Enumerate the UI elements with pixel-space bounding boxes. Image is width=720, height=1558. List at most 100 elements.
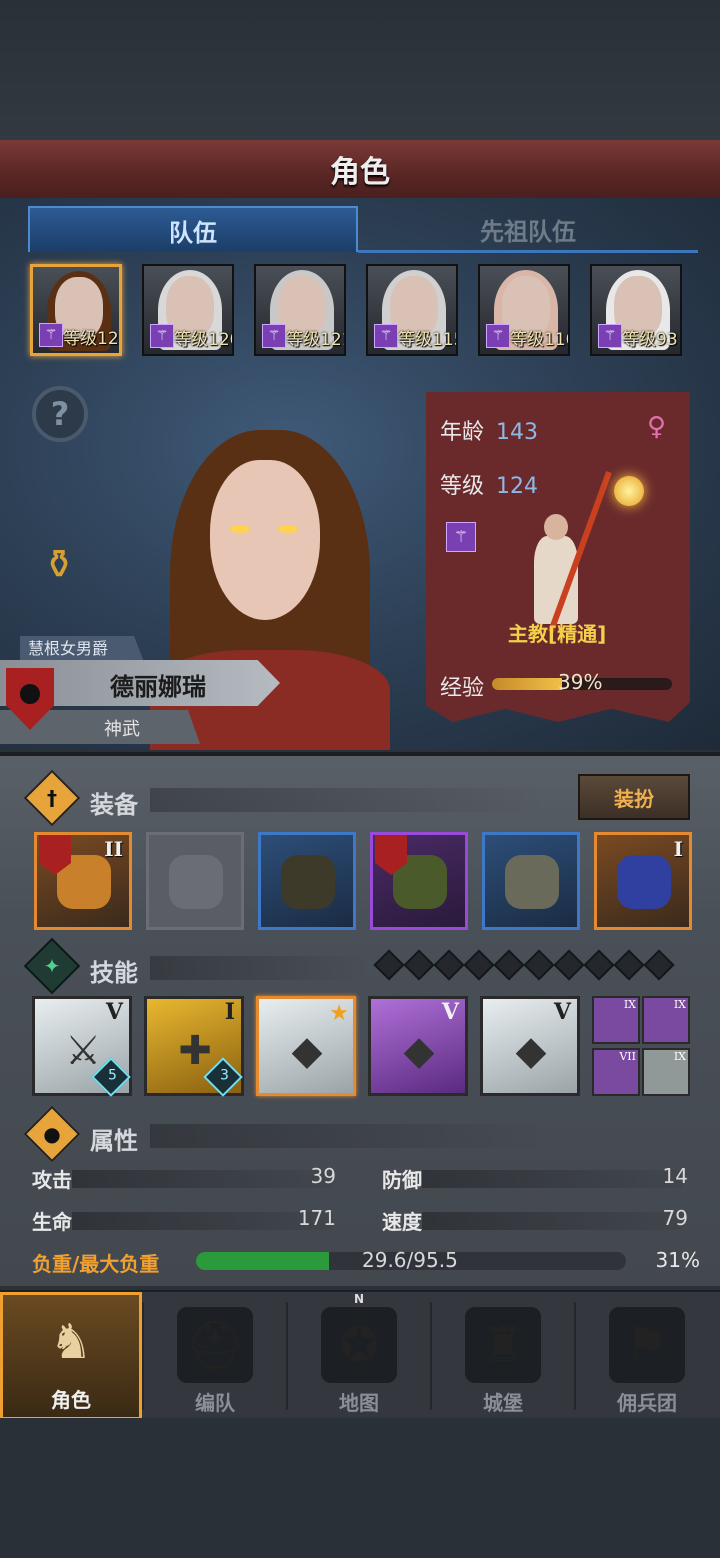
class-staff-icon: ⚚	[262, 324, 286, 348]
skills-divider	[150, 956, 370, 980]
potion-icon[interactable]: ⚱	[30, 536, 88, 594]
bottom-background	[0, 1418, 720, 1558]
equipment-tier: I	[673, 837, 683, 861]
portrait-level: 等级120	[174, 330, 234, 350]
nav-separator	[286, 1302, 288, 1410]
party-member-portrait[interactable]: ⚚等级124	[30, 264, 122, 356]
level-row: 等级 124	[440, 468, 538, 500]
nav-item-2[interactable]: ✪ 地图	[288, 1292, 430, 1420]
health-track	[72, 1212, 332, 1230]
skill-icon: ◆	[403, 1028, 435, 1074]
class-staff-icon: ⚚	[374, 324, 398, 348]
skill-point-diamond	[643, 949, 675, 981]
equipment-tier: II	[104, 837, 123, 861]
nav-item-0[interactable]: ♞ 角色	[0, 1292, 142, 1420]
passive-skill-tier: VII	[619, 1050, 636, 1063]
level-value: 124	[496, 474, 539, 499]
passive-skill-slot[interactable]: IX	[592, 996, 640, 1044]
speed-row: 速度 79	[382, 1206, 688, 1234]
tab-ancestor-team[interactable]: 先祖队伍	[360, 206, 696, 252]
skills-title: 技能	[90, 959, 138, 987]
star-icon: ★	[329, 1001, 349, 1026]
attack-label: 攻击	[32, 1168, 72, 1192]
skill-tier: V	[105, 999, 123, 1025]
party-member-portrait[interactable]: ⚚ 等级120	[142, 264, 234, 356]
party-member-portrait[interactable]: ⚚ 等级110	[478, 264, 570, 356]
compass-north-label: N	[354, 1292, 365, 1306]
load-percent: 31%	[655, 1248, 700, 1272]
bottom-nav: ♞ 角色 ⛑ 编队 ✪ 地图 ♜ 城堡 ⚑ 佣兵团	[0, 1290, 720, 1420]
equipment-slot[interactable]: II	[34, 832, 132, 930]
skill-slot[interactable]: ✚ I 3	[144, 996, 244, 1097]
top-background	[0, 0, 720, 140]
equipment-item-icon	[169, 855, 223, 909]
class-staff-icon: ⚚	[598, 324, 622, 348]
passive-skill-slot[interactable]: IX	[642, 1048, 690, 1096]
skill-slot[interactable]: ◆ V	[480, 996, 580, 1096]
equipment-slot[interactable]: I	[594, 832, 692, 930]
skill-points	[373, 949, 675, 981]
help-icon[interactable]: ?	[32, 386, 88, 442]
nav-separator	[430, 1302, 432, 1410]
equipment-slot[interactable]	[370, 832, 468, 930]
tab-underline	[358, 250, 698, 253]
load-value: 29.6/95.5	[362, 1248, 458, 1272]
skill-point-diamond	[463, 949, 495, 981]
skill-point-diamond	[493, 949, 525, 981]
class-staff-icon[interactable]: ⚚	[446, 522, 476, 552]
nav-label: 角色	[51, 1388, 91, 1412]
skill-slot[interactable]: ◆ V	[368, 996, 468, 1096]
hero-subtitle: 神武	[104, 719, 140, 740]
skill-point-diamond	[373, 949, 405, 981]
skill-point-diamond	[553, 949, 585, 981]
speed-track	[422, 1212, 682, 1230]
age-row: 年龄 143	[440, 414, 538, 446]
hero-eye-right	[278, 525, 298, 533]
title-bar: 角色	[0, 140, 720, 200]
equipment-slot[interactable]	[258, 832, 356, 930]
defense-row: 防御 14	[382, 1164, 688, 1192]
equipment-slot[interactable]	[482, 832, 580, 930]
nav-item-4[interactable]: ⚑ 佣兵团	[576, 1292, 718, 1420]
class-staff-icon: ⚚	[39, 323, 63, 347]
nav-label: 城堡	[483, 1391, 523, 1415]
passive-skill-tier: IX	[673, 998, 686, 1011]
passive-skill-tier: IX	[673, 1050, 686, 1063]
party-member-portrait[interactable]: ⚚ 等级115	[366, 264, 458, 356]
hero-name: 德丽娜瑞	[110, 673, 206, 701]
nav-label: 佣兵团	[617, 1391, 677, 1415]
exp-bar-fill	[492, 678, 563, 690]
passive-skill-slot[interactable]: VII	[592, 1048, 640, 1096]
dress-up-button[interactable]: 装扮	[578, 774, 690, 820]
age-value: 143	[496, 420, 539, 445]
speed-value: 79	[662, 1206, 688, 1230]
skill-tier: V	[441, 999, 459, 1025]
portrait-level: 等级115	[398, 330, 458, 350]
portrait-level: 等级121	[286, 330, 346, 350]
nav-item-3[interactable]: ♜ 城堡	[432, 1292, 574, 1420]
skill-tier: V	[553, 999, 571, 1025]
nav-item-1[interactable]: ⛑ 编队	[144, 1292, 286, 1420]
health-row: 生命 171	[32, 1206, 338, 1234]
skill-slot[interactable]: ◆ ★	[256, 996, 356, 1096]
hero-face	[210, 460, 320, 620]
skill-slot[interactable]: ⚔ V 5	[32, 996, 132, 1097]
passive-skill-slot[interactable]: IX	[642, 996, 690, 1044]
female-icon: ♀	[646, 412, 666, 442]
load-bar-fill	[196, 1252, 330, 1270]
passive-skill-tier: IX	[623, 998, 636, 1011]
party-member-portrait[interactable]: ⚚ 等级121	[254, 264, 346, 356]
health-value: 171	[297, 1206, 336, 1230]
attack-value: 39	[310, 1164, 336, 1188]
party-member-portrait[interactable]: ⚚ 等级93	[590, 264, 682, 356]
staff-orb-icon	[614, 476, 644, 506]
castle-icon: ♜	[465, 1307, 541, 1383]
banner-icon: ⚑	[609, 1307, 685, 1383]
equipment-slot[interactable]	[146, 832, 244, 930]
health-label: 生命	[32, 1210, 72, 1234]
tab-team[interactable]: 队伍	[28, 206, 358, 252]
compass-icon: ✪	[321, 1307, 397, 1383]
skill-point-diamond	[403, 949, 435, 981]
skill-icon: ◆	[291, 1028, 323, 1074]
age-label: 年龄	[440, 420, 485, 445]
